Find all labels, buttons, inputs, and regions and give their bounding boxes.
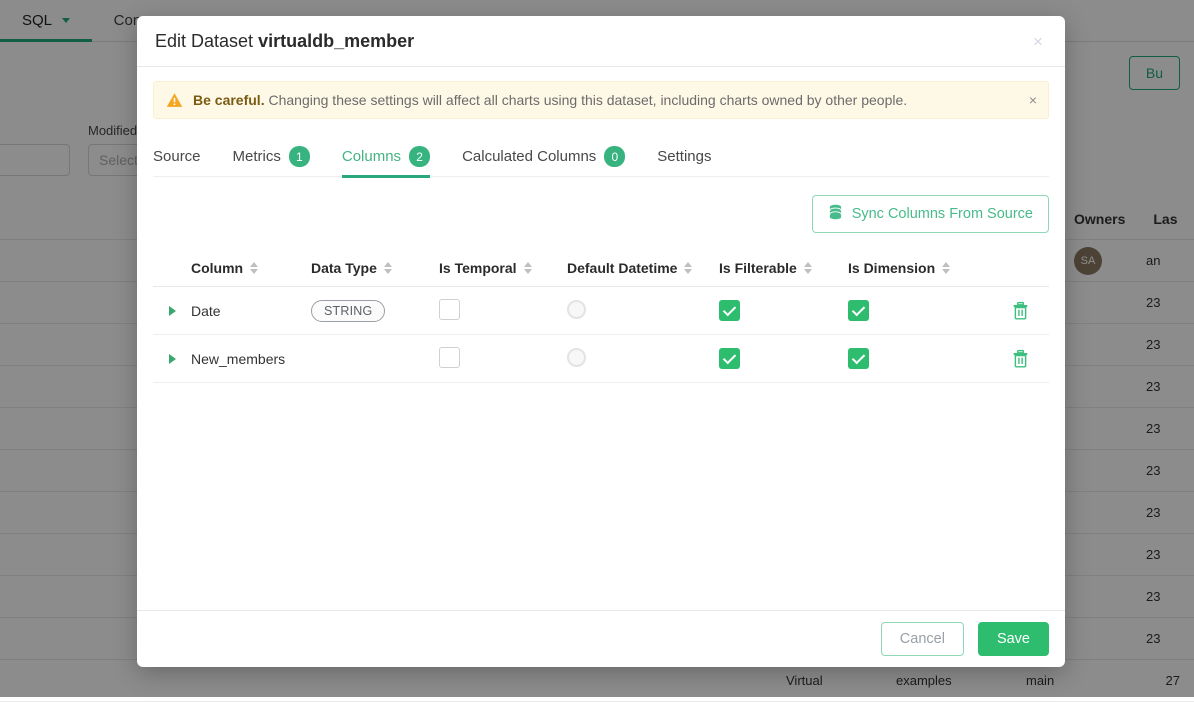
sort-icon-is-filterable[interactable]: [804, 262, 812, 274]
cancel-button[interactable]: Cancel: [881, 622, 964, 657]
modal-title-prefix: Edit Dataset: [155, 31, 258, 51]
sort-icon-column[interactable]: [250, 262, 258, 274]
edit-dataset-modal: Edit Dataset virtualdb_member × Be caref…: [137, 16, 1065, 667]
modal-title-dataset: virtualdb_member: [258, 31, 414, 51]
is-temporal-checkbox[interactable]: [439, 299, 460, 320]
is-dimension-checkbox[interactable]: [848, 300, 869, 321]
tab-metrics-label: Metrics: [233, 148, 281, 165]
sync-row: Sync Columns From Source: [153, 195, 1049, 233]
tab-source-label: Source: [153, 148, 201, 165]
expand-row-icon[interactable]: [169, 306, 176, 316]
tab-metrics[interactable]: Metrics 1: [233, 137, 310, 177]
database-icon: [828, 204, 843, 224]
warning-alert: Be careful. Changing these settings will…: [153, 81, 1049, 119]
expand-row-icon[interactable]: [169, 354, 176, 364]
page-title: Edit Dataset virtualdb_member: [155, 31, 414, 52]
is-temporal-checkbox[interactable]: [439, 347, 460, 368]
sort-icon-is-temporal[interactable]: [524, 262, 532, 274]
column-name: Date: [191, 303, 311, 319]
sort-icon-is-dimension[interactable]: [942, 262, 950, 274]
columns-table-header: Column Data Type Is Temporal Default Dat…: [153, 249, 1049, 287]
warning-alert-strong: Be careful.: [193, 92, 265, 108]
tab-calculated-columns[interactable]: Calculated Columns 0: [462, 137, 625, 177]
alert-dismiss-icon[interactable]: ×: [1029, 93, 1037, 107]
warning-alert-text: Be careful. Changing these settings will…: [193, 92, 907, 108]
column-name: New_members: [191, 351, 311, 367]
tab-columns-badge: 2: [409, 146, 430, 167]
sync-columns-from-source-label: Sync Columns From Source: [852, 206, 1033, 222]
delete-column-icon[interactable]: [1011, 349, 1030, 369]
close-icon[interactable]: ×: [1025, 28, 1051, 54]
modal-tabs: Source Metrics 1 Columns 2 Calculated Co…: [153, 137, 1049, 177]
is-filterable-checkbox[interactable]: [719, 348, 740, 369]
delete-column-icon[interactable]: [1011, 301, 1030, 321]
column-row[interactable]: Date STRING: [153, 287, 1049, 335]
default-datetime-radio[interactable]: [567, 348, 586, 367]
column-row[interactable]: New_members: [153, 335, 1049, 383]
tab-calculated-columns-label: Calculated Columns: [462, 148, 596, 165]
warning-triangle-icon: [166, 92, 183, 109]
tab-settings-label: Settings: [657, 148, 711, 165]
default-datetime-radio[interactable]: [567, 300, 586, 319]
sync-columns-from-source-button[interactable]: Sync Columns From Source: [812, 195, 1049, 233]
tab-calculated-columns-badge: 0: [604, 146, 625, 167]
is-filterable-checkbox[interactable]: [719, 300, 740, 321]
modal-body: Be careful. Changing these settings will…: [137, 67, 1065, 610]
column-header-is-dimension: Is Dimension: [848, 260, 935, 276]
column-header-is-temporal: Is Temporal: [439, 260, 517, 276]
columns-table: Column Data Type Is Temporal Default Dat…: [153, 249, 1049, 610]
tab-columns[interactable]: Columns 2: [342, 137, 430, 177]
tab-metrics-badge: 1: [289, 146, 310, 167]
modal-footer: Cancel Save: [137, 610, 1065, 667]
warning-alert-body: Changing these settings will affect all …: [265, 92, 908, 108]
tab-settings[interactable]: Settings: [657, 137, 711, 177]
column-header-is-filterable: Is Filterable: [719, 260, 797, 276]
is-dimension-checkbox[interactable]: [848, 348, 869, 369]
tab-columns-label: Columns: [342, 148, 401, 165]
column-header-column: Column: [191, 260, 243, 276]
column-header-default-datetime: Default Datetime: [567, 260, 677, 276]
sort-icon-data-type[interactable]: [384, 262, 392, 274]
save-button[interactable]: Save: [978, 622, 1049, 657]
sort-icon-default-datetime[interactable]: [684, 262, 692, 274]
data-type-badge: STRING: [311, 300, 385, 322]
modal-header: Edit Dataset virtualdb_member ×: [137, 16, 1065, 67]
column-header-data-type: Data Type: [311, 260, 377, 276]
tab-source[interactable]: Source: [153, 137, 201, 177]
